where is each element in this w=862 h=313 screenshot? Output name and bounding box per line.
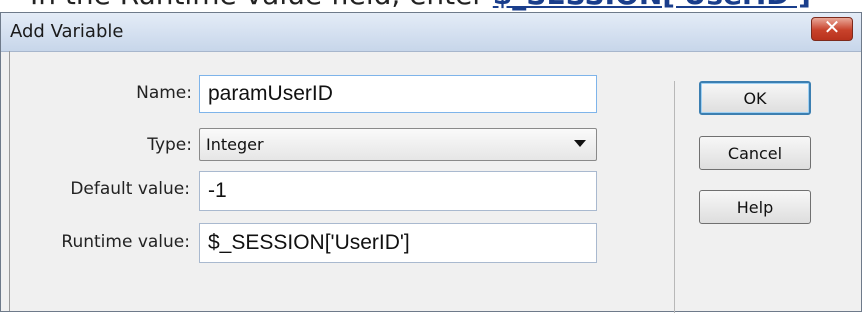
type-select-value: Integer	[206, 135, 264, 154]
instruction-highlight: $_SESSION['UserID']	[493, 0, 811, 11]
help-button[interactable]: Help	[699, 190, 811, 224]
close-icon: ✕	[823, 15, 841, 39]
add-variable-dialog: Add Variable ✕ Name: paramUserID Type: I…	[0, 12, 862, 313]
type-label: Type:	[147, 135, 192, 155]
default-value-field[interactable]: -1	[199, 171, 597, 211]
instruction-text: In the Runtime value field, enter $_SESS…	[30, 0, 811, 11]
runtime-value-label: Runtime value:	[61, 232, 190, 252]
ok-button[interactable]: OK	[699, 81, 811, 115]
name-label: Name:	[136, 83, 192, 103]
default-value-label: Default value:	[70, 179, 190, 199]
title-bar[interactable]: Add Variable ✕	[1, 13, 861, 52]
cancel-button[interactable]: Cancel	[699, 136, 811, 170]
type-select[interactable]: Integer	[199, 128, 597, 161]
vertical-divider	[674, 81, 675, 313]
close-button[interactable]: ✕	[811, 15, 853, 41]
chevron-down-icon	[574, 140, 586, 147]
dialog-title: Add Variable	[10, 21, 124, 42]
runtime-value-field[interactable]: $_SESSION['UserID']	[199, 223, 597, 263]
dialog-body: Name: paramUserID Type: Integer Default …	[9, 51, 861, 313]
instruction-prefix: In the Runtime value field, enter	[30, 0, 493, 11]
name-field[interactable]: paramUserID	[199, 75, 597, 113]
